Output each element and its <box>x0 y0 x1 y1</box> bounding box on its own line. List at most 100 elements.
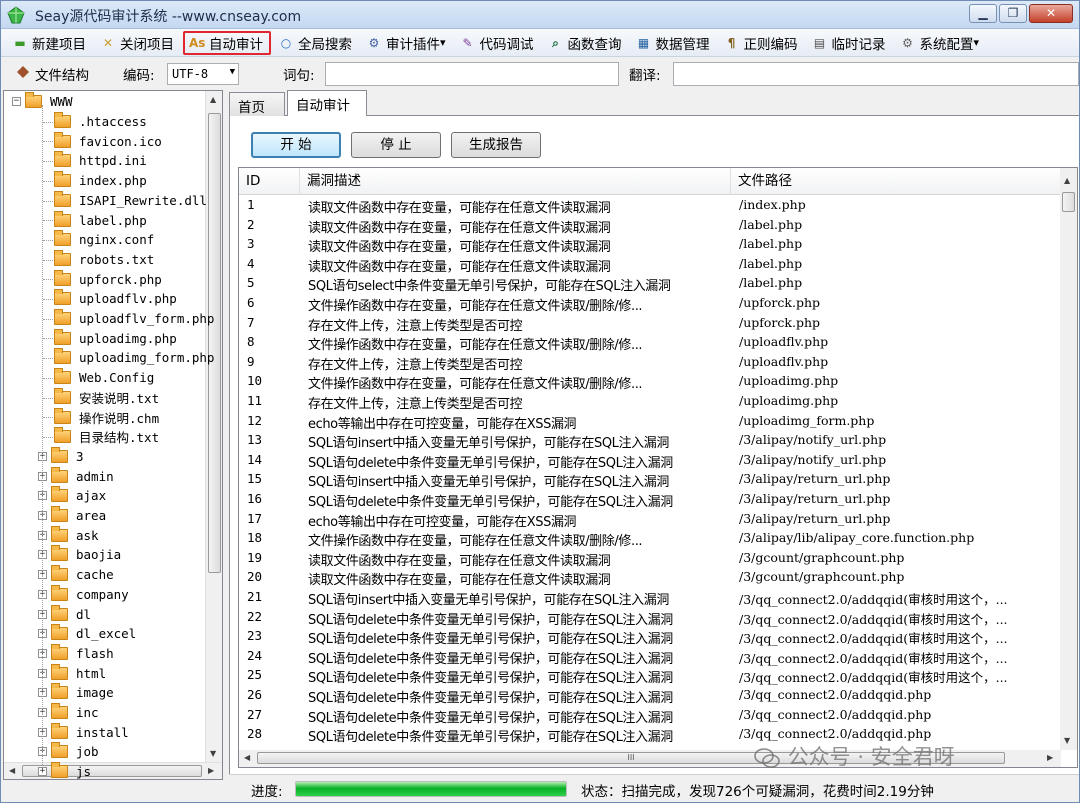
tree-file-item[interactable]: uploadflv.php <box>54 289 177 309</box>
tab-home[interactable]: 首页 <box>229 92 285 116</box>
toolbar-button-function-query[interactable]: ⌕ 函数查询 <box>543 31 629 55</box>
tree-file-item[interactable]: .htaccess <box>54 112 147 132</box>
generate-report-button[interactable]: 生成报告 <box>451 132 541 158</box>
tree-folder-item[interactable]: + inc <box>38 703 99 723</box>
tree-folder-item[interactable]: + admin <box>38 466 114 486</box>
tree-folder-item[interactable]: + html <box>38 663 106 683</box>
tree-folder-item[interactable]: + baojia <box>38 545 121 565</box>
file-tree[interactable]: ▲ ▼ ◀ ▶ − WWW .htaccess favicon.ico httpd.in… <box>3 90 223 780</box>
tree-folder-item[interactable]: + area <box>38 506 106 526</box>
minimize-button[interactable]: ▁ <box>969 4 997 23</box>
tree-folder-item[interactable]: + company <box>38 584 129 605</box>
toolbar-button-auto-audit[interactable]: As 自动审计 <box>183 30 271 55</box>
scroll-up-icon[interactable]: ▲ <box>210 95 216 104</box>
tree-file-item[interactable]: 目录结构.txt <box>54 427 159 447</box>
table-row[interactable]: 26 SQL语句delete中条件变量无单引号保护，可能存在SQL注入漏洞/3/q… <box>239 686 1061 706</box>
toolbar-button-regex-encode[interactable]: ¶ 正则编码 <box>719 31 805 55</box>
collapse-icon[interactable]: − <box>12 97 21 107</box>
tree-folder-item[interactable]: + ajax <box>38 486 106 506</box>
tree-scroll-thumb[interactable] <box>208 113 221 573</box>
column-file-path[interactable]: 文件路径 <box>731 168 1061 195</box>
tree-file-item[interactable]: 操作说明.chm <box>54 407 159 427</box>
table-row[interactable]: 1 读取文件函数中存在变量，可能存在任意文件读取漏洞/index.php <box>239 196 1061 216</box>
table-row[interactable]: 25 SQL语句delete中条件变量无单引号保护，可能存在SQL注入漏洞/3/q… <box>239 666 1061 686</box>
table-row[interactable]: 10 文件操作函数中存在变量，可能存在任意文件读取/删除/修... /uploadi… <box>239 372 1061 392</box>
table-row[interactable]: 11 存在文件上传，注意上传类型是否可控/uploadimg.php <box>239 392 1061 412</box>
close-window-button[interactable]: ✕ <box>1029 4 1073 23</box>
table-row[interactable]: 13 SQL语句insert中插入变量无单引号保护，可能存在SQL注入漏洞/3/a… <box>239 431 1061 451</box>
tree-folder-item[interactable]: + job <box>38 742 99 762</box>
tree-vertical-scrollbar[interactable]: ▲ ▼ <box>205 91 222 763</box>
table-row[interactable]: 3 读取文件函数中存在变量，可能存在任意文件读取漏洞/label.php <box>239 235 1061 255</box>
tree-file-item[interactable]: ISAPI_Rewrite.dll <box>54 190 207 211</box>
table-row[interactable]: 8 文件操作函数中存在变量，可能存在任意文件读取/删除/修... /uploadfl… <box>239 333 1061 353</box>
table-row[interactable]: 24 SQL语句delete中条件变量无单引号保护，可能存在SQL注入漏洞/3/q… <box>239 647 1061 667</box>
table-row[interactable]: 21 SQL语句insert中插入变量无单引号保护，可能存在SQL注入漏洞/3/q… <box>239 588 1061 608</box>
tree-file-item[interactable]: label.php <box>54 210 147 230</box>
tree-file-item[interactable]: favicon.ico <box>54 131 162 151</box>
query-input[interactable] <box>325 62 619 86</box>
toolbar-button-global-search[interactable]: ○ 全局搜索 <box>273 31 359 55</box>
maximize-button[interactable]: ❐ <box>999 4 1027 23</box>
table-row[interactable]: 27 SQL语句delete中条件变量无单引号保护，可能存在SQL注入漏洞/3/q… <box>239 706 1061 726</box>
translate-input[interactable] <box>673 62 1079 86</box>
stop-button[interactable]: 停 止 <box>351 132 441 158</box>
table-row[interactable]: 22 SQL语句delete中条件变量无单引号保护，可能存在SQL注入漏洞/3/q… <box>239 608 1061 628</box>
scroll-down-icon[interactable]: ▼ <box>210 749 216 758</box>
table-row[interactable]: 14 SQL语句delete中条件变量无单引号保护，可能存在SQL注入漏洞/3/a… <box>239 451 1061 471</box>
table-row[interactable]: 7 存在文件上传，注意上传类型是否可控/upforck.php <box>239 314 1061 334</box>
tree-file-item[interactable]: 安装说明.txt <box>54 387 159 408</box>
tree-folder-item[interactable]: + js <box>38 762 91 779</box>
table-row[interactable]: 9 存在文件上传，注意上传类型是否可控/uploadflv.php <box>239 353 1061 373</box>
scroll-right-icon[interactable]: ▶ <box>1047 753 1053 762</box>
tree-file-item[interactable]: upforck.php <box>54 269 162 289</box>
tree-file-item[interactable]: Web.Config <box>54 368 154 388</box>
encoding-select[interactable]: UTF-8 ▼ <box>167 63 239 85</box>
scroll-left-icon[interactable]: ◀ <box>244 753 250 762</box>
tree-file-item[interactable]: robots.txt <box>54 249 154 270</box>
toolbar-button-close-project[interactable]: ✕ 关闭项目 <box>95 31 181 55</box>
toolbar-button-temp-record[interactable]: ▤ 临时记录 <box>807 31 893 55</box>
column-id[interactable]: ID <box>239 168 300 195</box>
toolbar-button-system-config[interactable]: ⚙ 系统配置 ▾ <box>895 31 987 55</box>
table-row[interactable]: 5 SQL语句select中条件变量无单引号保护，可能存在SQL注入漏洞/labe… <box>239 274 1061 294</box>
tree-folder-item[interactable]: + cache <box>38 565 114 585</box>
list-scroll-thumb[interactable] <box>1062 192 1075 212</box>
toolbar-button-code-debug[interactable]: ✎ 代码调试 <box>455 31 541 55</box>
tree-folder-item[interactable]: + dl <box>38 604 91 624</box>
expand-icon[interactable]: + <box>38 767 47 777</box>
tree-file-item[interactable]: uploadimg.php <box>54 328 177 348</box>
vulnerability-list[interactable]: ID 漏洞描述 文件路径 ▲ ▼ ◀ III ▶ 1 读取文件函数中存在变量，可能… <box>238 167 1078 768</box>
tree-file-item[interactable]: index.php <box>54 171 147 191</box>
table-row[interactable]: 6 文件操作函数中存在变量，可能存在任意文件读取/删除/修... /upforck.… <box>239 294 1061 314</box>
toolbar-button-data-manage[interactable]: ▦ 数据管理 <box>631 31 717 55</box>
toolbar-button-new-project[interactable]: ▬ 新建项目 <box>7 31 93 55</box>
scroll-up-icon[interactable]: ▲ <box>1064 176 1070 185</box>
tree-file-item[interactable]: uploadflv_form.php <box>54 309 214 329</box>
toolbar-button-audit-plugin[interactable]: ⚙ 审计插件 ▾ <box>361 31 453 55</box>
table-row[interactable]: 19 读取文件函数中存在变量，可能存在任意文件读取漏洞/3/gcount/grap… <box>239 549 1061 569</box>
table-row[interactable]: 20 读取文件函数中存在变量，可能存在任意文件读取漏洞/3/gcount/grap… <box>239 568 1061 588</box>
tree-file-item[interactable]: httpd.ini <box>54 151 147 171</box>
tree-folder-item[interactable]: + flash <box>38 643 114 664</box>
scroll-left-icon[interactable]: ◀ <box>9 766 15 775</box>
column-description[interactable]: 漏洞描述 <box>300 168 731 195</box>
tree-file-item[interactable]: nginx.conf <box>54 230 154 250</box>
tree-folder-item[interactable]: + dl_excel <box>38 624 136 644</box>
table-row[interactable]: 12 echo等输出中存在可控变量，可能存在XSS漏洞/uploadimg_for… <box>239 412 1061 432</box>
tab-auto-audit[interactable]: 自动审计 <box>287 90 367 117</box>
tree-folder-item[interactable]: + image <box>38 683 114 703</box>
tree-file-item[interactable]: uploadimg_form.php <box>54 348 214 368</box>
table-row[interactable]: 2 读取文件函数中存在变量，可能存在任意文件读取漏洞/label.php <box>239 216 1061 236</box>
table-row[interactable]: 4 读取文件函数中存在变量，可能存在任意文件读取漏洞/label.php <box>239 255 1061 275</box>
table-row[interactable]: 18 文件操作函数中存在变量，可能存在任意文件读取/删除/修... /3/alipa… <box>239 529 1061 549</box>
scroll-right-icon[interactable]: ▶ <box>208 766 214 775</box>
table-row[interactable]: 15 SQL语句insert中插入变量无单引号保护，可能存在SQL注入漏洞/3/a… <box>239 470 1061 490</box>
start-button[interactable]: 开 始 <box>251 132 341 158</box>
list-vertical-scrollbar[interactable]: ▲ ▼ <box>1060 168 1077 750</box>
tree-horizontal-scrollbar[interactable]: ◀ ▶ <box>4 762 222 779</box>
table-row[interactable]: 16 SQL语句delete中条件变量无单引号保护，可能存在SQL注入漏洞/3/a… <box>239 490 1061 510</box>
table-row[interactable]: 23 SQL语句delete中条件变量无单引号保护，可能存在SQL注入漏洞/3/q… <box>239 627 1061 647</box>
table-row[interactable]: 17 echo等输出中存在可控变量，可能存在XSS漏洞/3/alipay/retu… <box>239 510 1061 530</box>
tree-folder-item[interactable]: +3 <box>38 446 84 467</box>
